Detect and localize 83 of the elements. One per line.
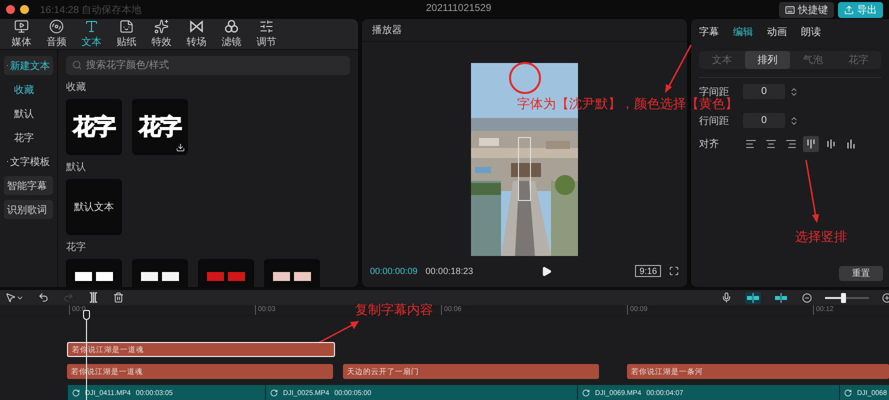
zoom-out-button[interactable] xyxy=(801,292,813,304)
media-tab[interactable]: 媒体 xyxy=(4,19,39,49)
snap-toggle[interactable] xyxy=(773,292,789,304)
inspector-tab[interactable]: 朗读 xyxy=(801,25,821,39)
rotate-icon xyxy=(844,389,852,397)
current-time: 00:00:00:09 xyxy=(370,266,418,276)
download-icon[interactable] xyxy=(176,143,185,152)
inspector-tab[interactable]: 编辑 xyxy=(733,25,753,39)
rotate-icon xyxy=(270,389,278,397)
sidebar-group[interactable]: 新建文本 xyxy=(4,56,53,75)
field-label: 行间距 xyxy=(699,114,730,128)
media-tab[interactable]: 贴纸 xyxy=(109,19,144,49)
panel-title: 播放器 xyxy=(372,24,402,37)
stepper-icon[interactable] xyxy=(789,116,799,126)
sidebar-group[interactable]: 文字模板 xyxy=(4,152,53,171)
sidebar-button[interactable]: 识别歌词 xyxy=(4,200,53,219)
sliders-icon xyxy=(259,19,274,34)
media-icon xyxy=(14,19,29,34)
vertical-align-icon xyxy=(825,138,837,150)
annotation-arrow xyxy=(804,160,820,224)
minimize-button[interactable] xyxy=(20,5,29,14)
text-style-tile[interactable]: 默认文本 xyxy=(66,179,122,235)
sticker-icon xyxy=(119,19,134,34)
align-button[interactable] xyxy=(803,136,819,152)
align-center-icon xyxy=(765,138,777,150)
text-style-tile[interactable]: 花字 xyxy=(66,99,122,155)
text-icon xyxy=(84,19,99,34)
bowtie-icon xyxy=(189,19,204,34)
vertical-align-icon xyxy=(805,138,817,150)
text-style-tile[interactable]: 花字 xyxy=(132,99,188,155)
section-title: 花字 xyxy=(66,240,87,254)
media-tab[interactable]: 转场 xyxy=(179,19,214,49)
undo-button[interactable] xyxy=(37,291,50,304)
aspect-ratio-button[interactable]: 9:16 xyxy=(635,265,661,278)
media-tab[interactable]: 滤镜 xyxy=(214,19,249,49)
selection-frame[interactable] xyxy=(518,136,531,201)
keyboard-icon xyxy=(785,4,795,14)
sidebar-button[interactable]: 智能字幕 xyxy=(4,176,53,195)
reset-button[interactable]: 重置 xyxy=(839,266,883,281)
fullscreen-icon[interactable] xyxy=(669,266,679,276)
align-left-icon xyxy=(745,138,757,150)
align-right-icon xyxy=(785,138,797,150)
circles-icon xyxy=(224,19,239,34)
vertical-align-icon xyxy=(845,138,857,150)
stepper-icon[interactable] xyxy=(789,86,799,96)
sidebar-item[interactable]: 收藏 xyxy=(4,80,53,99)
section-title: 收藏 xyxy=(66,80,87,94)
sub-tab[interactable]: 排列 xyxy=(744,51,790,69)
field-label: 对齐 xyxy=(699,138,720,151)
snap-toggle[interactable] xyxy=(745,292,761,304)
annotation-text: 复制字幕内容 xyxy=(355,302,433,317)
media-tab[interactable]: 文本 xyxy=(74,19,109,49)
project-title: 202111021529 xyxy=(426,3,492,14)
inspector-tab[interactable]: 动画 xyxy=(767,25,787,39)
annotation-text: 选择竖排 xyxy=(795,229,847,244)
play-icon[interactable] xyxy=(541,266,552,277)
total-time: 00:00:18:23 xyxy=(426,266,474,276)
split-button[interactable] xyxy=(87,291,100,304)
disc-icon xyxy=(49,19,64,34)
microphone-button[interactable] xyxy=(720,291,733,304)
autosave-status: 16:14:28 自动保存本地 xyxy=(40,4,142,16)
section-title: 默认 xyxy=(66,161,87,174)
search-field[interactable]: 搜索花字颜色/样式 xyxy=(66,56,350,75)
media-tab[interactable]: 音频 xyxy=(39,19,74,49)
sparkle-icon xyxy=(154,19,169,34)
delete-button[interactable] xyxy=(112,291,125,304)
annotation-arrow xyxy=(664,44,692,94)
number-field[interactable]: 0 xyxy=(743,84,785,99)
select-tool-button[interactable] xyxy=(4,291,25,304)
rotate-icon xyxy=(582,389,590,397)
shortcuts-button[interactable]: 快捷键 xyxy=(779,2,834,18)
close-button[interactable] xyxy=(6,5,15,14)
inspector-tab[interactable]: 字幕 xyxy=(699,25,719,39)
sidebar-item[interactable]: 默认 xyxy=(4,104,53,123)
number-field[interactable]: 0 xyxy=(743,113,785,128)
field-label: 字间距 xyxy=(699,86,729,98)
rotate-icon xyxy=(72,389,80,397)
media-tab[interactable]: 特效 xyxy=(144,19,179,49)
sidebar-item[interactable]: 花字 xyxy=(4,128,53,147)
media-tab[interactable]: 调节 xyxy=(249,19,284,49)
upload-icon xyxy=(844,4,854,14)
highlight-circle xyxy=(509,62,541,94)
pointer-icon xyxy=(5,292,16,303)
